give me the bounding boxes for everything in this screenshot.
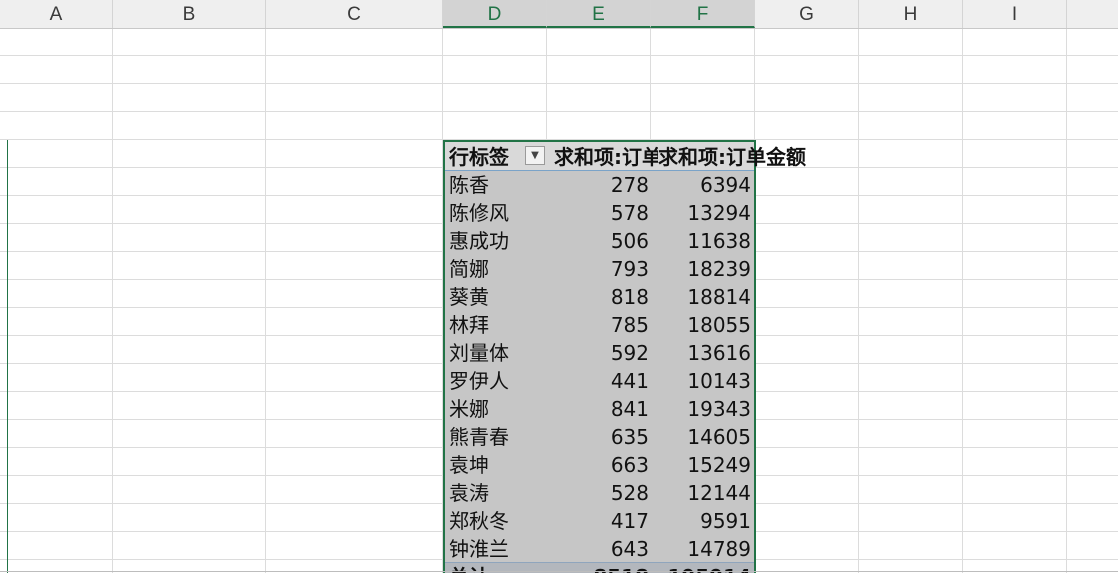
filter-dropdown-icon[interactable]: ▼	[525, 146, 545, 165]
quantity-value[interactable]: 818	[549, 282, 649, 310]
pivot-row[interactable]: 郑秋冬 417 9591	[445, 506, 865, 534]
amount-value[interactable]: 18814	[653, 282, 751, 310]
quantity-value[interactable]: 663	[549, 450, 649, 478]
pivot-table[interactable]: 行标签 ▼ 求和项:订单数量 求和项:订单金额 陈香 278 6394 陈修风 …	[443, 140, 806, 573]
quantity-value[interactable]: 278	[549, 170, 649, 198]
row-label[interactable]: 罗伊人	[449, 366, 509, 394]
row-label[interactable]: 葵黄	[449, 282, 489, 310]
gridline	[0, 55, 1118, 56]
pivot-row[interactable]: 刘量体 592 13616	[445, 338, 865, 366]
amount-value[interactable]: 9591	[653, 506, 751, 534]
amount-value[interactable]: 12144	[653, 478, 751, 506]
pivot-row[interactable]: 林拜 785 18055	[445, 310, 865, 338]
amount-value[interactable]: 14605	[653, 422, 751, 450]
sum-amount-header[interactable]: 求和项:订单金额	[658, 142, 806, 170]
row-label[interactable]: 袁涛	[449, 478, 489, 506]
row-label[interactable]: 简娜	[449, 254, 489, 282]
spreadsheet[interactable]: A B C D E F G H I 行标签 ▼ 求和项:订单 求和项:订单金额 …	[0, 0, 1118, 573]
quantity-value[interactable]: 578	[549, 198, 649, 226]
row-label[interactable]: 刘量体	[449, 338, 509, 366]
amount-value[interactable]: 18239	[653, 254, 751, 282]
row-label[interactable]: 惠成功	[449, 226, 509, 254]
quantity-value[interactable]: 528	[549, 478, 649, 506]
quantity-value[interactable]: 793	[549, 254, 649, 282]
pivot-row[interactable]: 葵黄 818 18814	[445, 282, 865, 310]
amount-value[interactable]: 13294	[653, 198, 751, 226]
pivot-row[interactable]: 简娜 793 18239	[445, 254, 865, 282]
pivot-row[interactable]: 米娜 841 19343	[445, 394, 865, 422]
column-header-b[interactable]: B	[113, 0, 266, 28]
quantity-value[interactable]: 417	[549, 506, 649, 534]
quantity-value[interactable]: 441	[549, 366, 649, 394]
row-label[interactable]: 陈香	[449, 170, 489, 198]
quantity-value[interactable]: 506	[549, 226, 649, 254]
column-header-c[interactable]: C	[266, 0, 443, 28]
row-label[interactable]: 熊青春	[449, 422, 509, 450]
pivot-row[interactable]: 袁涛 528 12144	[445, 478, 865, 506]
column-header-f[interactable]: F	[651, 0, 755, 28]
column-header-h[interactable]: H	[859, 0, 963, 28]
row-label[interactable]: 钟淮兰	[449, 534, 509, 562]
pivot-row[interactable]: 惠成功 506 11638	[445, 226, 865, 254]
amount-value[interactable]: 18055	[653, 310, 751, 338]
column-header-e[interactable]: E	[547, 0, 651, 28]
pivot-row[interactable]: 陈香 278 6394	[445, 170, 865, 198]
selection-edge	[7, 140, 8, 573]
row-label[interactable]: 林拜	[449, 310, 489, 338]
quantity-value[interactable]: 643	[549, 534, 649, 562]
quantity-value[interactable]: 841	[549, 394, 649, 422]
gridline	[0, 111, 1118, 112]
amount-value[interactable]: 14789	[653, 534, 751, 562]
row-label[interactable]: 袁坤	[449, 450, 489, 478]
column-header-d[interactable]: D	[443, 0, 547, 28]
pivot-row[interactable]: 钟淮兰 643 14789	[445, 534, 865, 562]
sum-quantity-header[interactable]: 求和项:订单数量	[554, 142, 658, 170]
pivot-row[interactable]: 罗伊人 441 10143	[445, 366, 865, 394]
window-bottom-edge	[0, 571, 1118, 572]
column-header-g[interactable]: G	[755, 0, 859, 28]
row-label[interactable]: 米娜	[449, 394, 489, 422]
amount-value[interactable]: 19343	[653, 394, 751, 422]
row-label[interactable]: 陈修风	[449, 198, 509, 226]
amount-value[interactable]: 11638	[653, 226, 751, 254]
column-header-a[interactable]: A	[0, 0, 113, 28]
row-labels-header[interactable]: 行标签	[449, 142, 509, 170]
gridline	[0, 83, 1118, 84]
pivot-header-row: 行标签 ▼ 求和项:订单数量 求和项:订单金额	[445, 142, 865, 171]
amount-value[interactable]: 13616	[653, 338, 751, 366]
column-header-i[interactable]: I	[963, 0, 1067, 28]
amount-value[interactable]: 6394	[653, 170, 751, 198]
quantity-value[interactable]: 592	[549, 338, 649, 366]
quantity-value[interactable]: 785	[549, 310, 649, 338]
quantity-value[interactable]: 635	[549, 422, 649, 450]
amount-value[interactable]: 10143	[653, 366, 751, 394]
pivot-row[interactable]: 袁坤 663 15249	[445, 450, 865, 478]
column-header-bar: A B C D E F G H I	[0, 0, 1118, 29]
amount-value[interactable]: 15249	[653, 450, 751, 478]
row-label[interactable]: 郑秋冬	[449, 506, 509, 534]
pivot-row[interactable]: 陈修风 578 13294	[445, 198, 865, 226]
pivot-row[interactable]: 熊青春 635 14605	[445, 422, 865, 450]
